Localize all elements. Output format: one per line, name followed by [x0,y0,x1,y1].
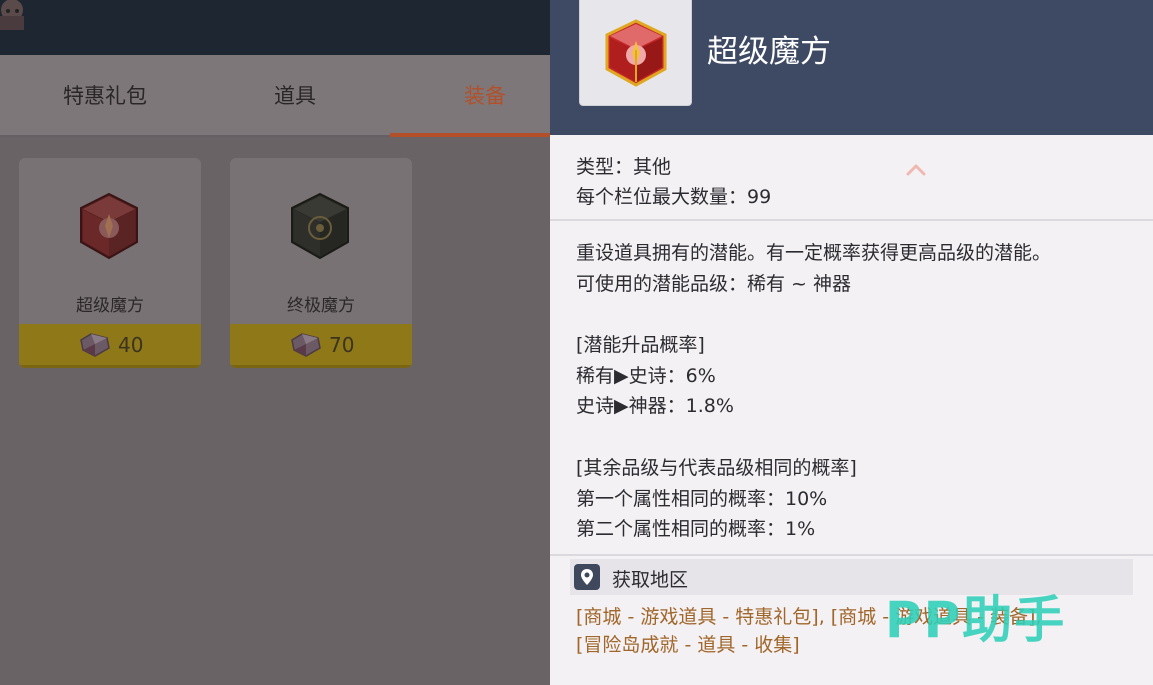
shop-area: 特惠礼包 道具 装备 超级魔方 40 终极魔方 70 [0,0,550,685]
item-price: 40 [118,333,144,357]
desc-line [576,422,1136,453]
desc-line: [潜能升品概率] [576,334,705,357]
gem-currency-icon [80,333,110,357]
watermark: PP助手 [885,591,1067,649]
detail-icon-frame [579,0,692,106]
source-link[interactable]: [冒险岛成就 - 道具 - 收集] [576,630,800,657]
detail-header: 超级魔方 [550,0,1153,135]
item-description: 重设道具拥有的潜能。有一定概率获得更高品级的潜能。 可使用的潜能品级：稀有 ~ … [576,238,1136,545]
desc-line [576,299,1136,330]
item-price: 70 [329,333,355,357]
source-title: 获取地区 [612,569,689,591]
character-avatar-icon [0,0,24,30]
item-name: 终极魔方 [287,296,355,316]
tab-items[interactable]: 道具 [220,55,370,137]
max-stack: 每个栏位最大数量：99 [576,186,772,208]
super-cube-icon [80,192,138,260]
item-type: 类型：其他 [576,156,672,178]
super-cube-icon [605,19,667,87]
desc-line: 重设道具拥有的潜能。有一定概率获得更高品级的潜能。 [576,242,1052,264]
divider [550,554,1153,556]
price-bar[interactable]: 70 [230,324,412,368]
gem-currency-icon [291,333,321,357]
price-bar[interactable]: 40 [19,324,201,368]
active-tab-indicator [390,133,550,137]
top-bar [0,0,550,55]
location-pin-icon [574,564,600,590]
tab-special-package[interactable]: 特惠礼包 [30,55,180,137]
item-name: 超级魔方 [76,296,144,316]
ultimate-cube-icon [291,192,349,260]
item-card-super-cube[interactable]: 超级魔方 40 [19,158,201,368]
desc-line: 稀有▶史诗：6% [576,364,716,387]
item-card-ultimate-cube[interactable]: 终极魔方 70 [230,158,412,368]
detail-title: 超级魔方 [707,34,831,70]
desc-line: 可使用的潜能品级：稀有 ~ 神器 [576,272,851,295]
desc-line: 第二个属性相同的概率：1% [576,518,816,541]
desc-line: 第一个属性相同的概率：10% [576,487,828,510]
desc-line: 史诗▶神器：1.8% [576,395,734,418]
divider [550,219,1153,221]
chevron-up-icon[interactable] [903,160,929,180]
desc-line: [其余品级与代表品级相同的概率] [576,456,857,479]
category-tabs: 特惠礼包 道具 装备 [0,55,550,137]
